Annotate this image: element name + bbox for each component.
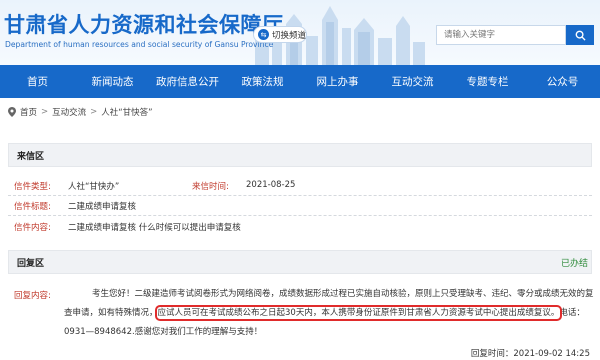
letter-time-label: 来信时间: — [192, 182, 229, 192]
reply-content-label: 回复内容: — [14, 291, 51, 301]
search-button[interactable] — [566, 25, 594, 45]
letter-subject-label: 信件标题: — [14, 202, 51, 212]
letter-content-label: 信件内容: — [14, 223, 51, 233]
search-icon — [575, 30, 586, 41]
site-subtitle: Department of human resources and social… — [5, 40, 274, 49]
breadcrumb-separator: > — [41, 107, 49, 117]
reply-section-title: 回复区 — [8, 250, 592, 274]
status-badge: 已办结 — [560, 259, 588, 269]
nav-item-online-service[interactable]: 网上办事 — [300, 65, 375, 98]
nav-item-home[interactable]: 首页 — [0, 65, 75, 98]
breadcrumb-interaction[interactable]: 互动交流 — [52, 106, 86, 118]
highlighted-reply-text: 应试人员可在考试成绩公布之日起30天内，本人携带身份证原件到甘肃省人力资源考试中… — [154, 305, 563, 321]
letter-type-value: 人社“甘快办” — [68, 182, 120, 192]
nav-item-policy[interactable]: 政策法规 — [225, 65, 300, 98]
site-header: 甘肃省人力资源和社会保障厅 Department of human resour… — [0, 0, 600, 65]
nav-item-public-account[interactable]: 公众号 — [525, 65, 600, 98]
search-input[interactable] — [436, 25, 566, 45]
letter-time-value: 2021-08-25 — [246, 180, 296, 190]
reply-time-value: 2021-09-02 14:25 — [513, 349, 590, 359]
switch-icon: ⇆ — [258, 29, 269, 40]
nav-item-topics[interactable]: 专题专栏 — [450, 65, 525, 98]
site-title: 甘肃省人力资源和社会保障厅 — [4, 13, 284, 37]
location-pin-icon — [8, 107, 16, 117]
breadcrumb-home[interactable]: 首页 — [20, 106, 37, 118]
reply-time: 回复时间：2021-09-02 14:25 — [471, 347, 590, 359]
nav-item-gov-info[interactable]: 政府信息公开 — [150, 65, 225, 98]
letter-section-title: 来信区 — [8, 143, 592, 167]
breadcrumb: 首页 > 互动交流 > 人社“甘快答” — [8, 104, 153, 120]
main-nav: 首页 新闻动态 政府信息公开 政策法规 网上办事 互动交流 专题专栏 公众号 — [0, 65, 600, 98]
breadcrumb-separator: > — [90, 107, 98, 117]
letter-type-label: 信件类型: — [14, 182, 51, 192]
switch-channel-label: 切换频道 — [272, 30, 307, 41]
reply-time-label: 回复时间： — [470, 349, 514, 359]
switch-channel-button[interactable]: ⇆ 切换频道 — [253, 26, 307, 43]
page: 甘肃省人力资源和社会保障厅 Department of human resour… — [0, 0, 600, 360]
letter-content-value: 二建成绩申请复核 什么时候可以提出申请复核 — [68, 223, 241, 233]
breadcrumb-current[interactable]: 人社“甘快答” — [101, 106, 152, 118]
nav-item-interaction[interactable]: 互动交流 — [375, 65, 450, 98]
divider — [8, 195, 592, 196]
divider — [8, 215, 592, 216]
reply-content: 考生您好！二级建造师考试阅卷形式为网络阅卷，成绩数据形成过程已实施自动核验，原则… — [64, 285, 594, 342]
nav-item-news[interactable]: 新闻动态 — [75, 65, 150, 98]
letter-subject-value: 二建成绩申请复核 — [68, 202, 137, 212]
